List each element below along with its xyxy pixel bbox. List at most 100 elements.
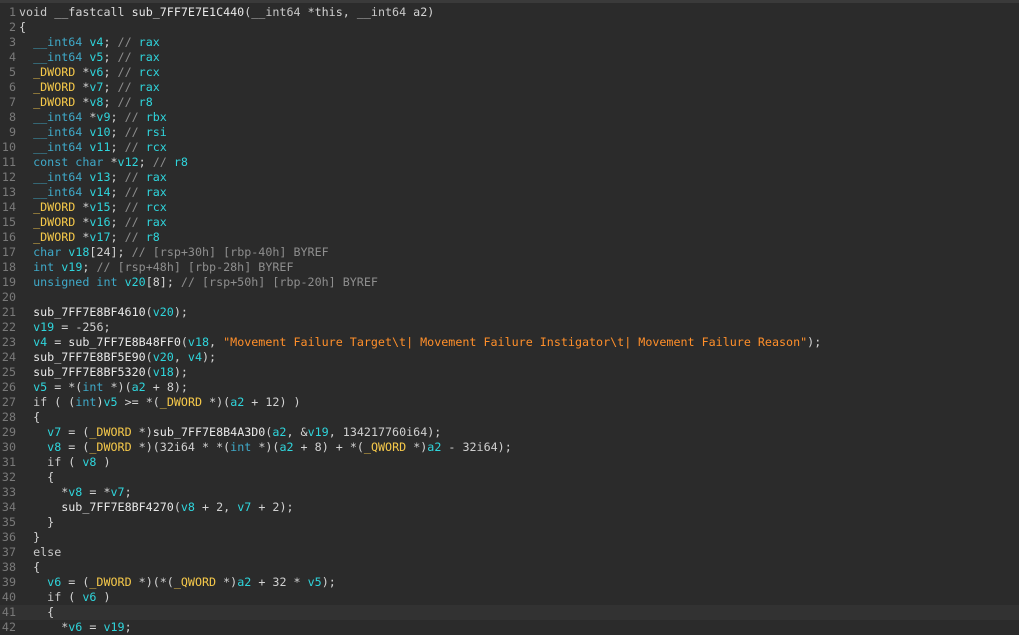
code-line[interactable]: 34 sub_7FF7E8BF4270(v8 + 2, v7 + 2); — [0, 500, 1019, 515]
code-line[interactable]: 30 v8 = (_DWORD *)(32i64 * *(int *)(a2 +… — [0, 440, 1019, 455]
code-line[interactable]: 16 _DWORD *v17; // r8 — [0, 230, 1019, 245]
code-token[interactable]: v12 — [118, 155, 139, 169]
code-token[interactable]: v7 — [237, 500, 251, 514]
code-line[interactable]: 27 if ( (int)v5 >= *(_DWORD *)(a2 + 12) … — [0, 395, 1019, 410]
code-token[interactable]: v5 — [33, 380, 47, 394]
code-token[interactable]: v19 — [61, 260, 82, 274]
code-token[interactable]: v5 — [308, 575, 322, 589]
code-line[interactable]: 14 _DWORD *v15; // rcx — [0, 200, 1019, 215]
code-line[interactable]: 12 __int64 v13; // rax — [0, 170, 1019, 185]
code-token[interactable]: v4 — [33, 335, 47, 349]
code-line[interactable]: 8 __int64 *v9; // rbx — [0, 110, 1019, 125]
code-token[interactable]: v8 — [181, 500, 195, 514]
code-line[interactable]: 6 _DWORD *v7; // rax — [0, 80, 1019, 95]
code-line[interactable]: 39 v6 = (_DWORD *)(*(_QWORD *)a2 + 32 * … — [0, 575, 1019, 590]
code-token[interactable]: v9 — [96, 110, 110, 124]
code-line[interactable]: 10 __int64 v11; // rcx — [0, 140, 1019, 155]
code-token[interactable]: v19 — [103, 620, 124, 634]
code-line[interactable]: 22 v19 = -256; — [0, 320, 1019, 335]
code-line[interactable]: 32 { — [0, 470, 1019, 485]
code-line[interactable]: 37 else — [0, 545, 1019, 560]
code-token[interactable]: sub_7FF7E8B48FF0 — [68, 335, 181, 349]
code-token[interactable]: v13 — [89, 170, 110, 184]
code-token[interactable]: v20 — [153, 350, 174, 364]
code-token: r8 — [173, 155, 188, 169]
code-token[interactable]: sub_7FF7E8BF4610 — [33, 305, 146, 319]
code-token[interactable]: v5 — [103, 395, 117, 409]
code-token[interactable]: v4 — [89, 35, 103, 49]
code-token[interactable]: v17 — [89, 230, 110, 244]
code-token[interactable]: sub_7FF7E7E1C440 — [132, 5, 245, 19]
code-line[interactable]: 28 { — [0, 410, 1019, 425]
code-token[interactable]: a2 — [237, 575, 251, 589]
code-line[interactable]: 38 { — [0, 560, 1019, 575]
code-line[interactable]: 1 void __fastcall sub_7FF7E7E1C440(__int6… — [0, 5, 1019, 20]
code-line[interactable]: 25 sub_7FF7E8BF5320(v18); — [0, 365, 1019, 380]
code-token[interactable]: v8 — [68, 485, 82, 499]
code-token[interactable]: v16 — [89, 215, 110, 229]
pseudocode-view[interactable]: 1 void __fastcall sub_7FF7E7E1C440(__int6… — [0, 5, 1019, 635]
code-line[interactable]: 42 *v6 = v19; — [0, 620, 1019, 635]
code-token[interactable]: sub_7FF7E8BF5E90 — [33, 350, 146, 364]
code-line[interactable]: 21 sub_7FF7E8BF4610(v20); — [0, 305, 1019, 320]
code-line[interactable]: 9 __int64 v10; // rsi — [0, 125, 1019, 140]
code-token[interactable]: v6 — [89, 65, 103, 79]
code-line[interactable]: 35 } — [0, 515, 1019, 530]
code-token[interactable]: v7 — [47, 425, 61, 439]
code-token[interactable]: v19 — [308, 425, 329, 439]
code-token[interactable]: v10 — [89, 125, 110, 139]
code-line[interactable]: 24 sub_7FF7E8BF5E90(v20, v4); — [0, 350, 1019, 365]
code-line[interactable]: 2{ — [0, 20, 1019, 35]
code-token[interactable]: v7 — [111, 485, 125, 499]
code-token: 12 — [265, 395, 280, 409]
code-line[interactable]: 19 unsigned int v20[8]; // [rsp+50h] [rb… — [0, 275, 1019, 290]
code-line[interactable]: 29 v7 = (_DWORD *)sub_7FF7E8B4A3D0(a2, &… — [0, 425, 1019, 440]
code-line[interactable]: 40 if ( v6 ) — [0, 590, 1019, 605]
code-token[interactable]: v8 — [47, 440, 61, 454]
code-line[interactable]: 15 _DWORD *v16; // rax — [0, 215, 1019, 230]
code-token[interactable]: v14 — [89, 185, 110, 199]
code-line[interactable]: 5 _DWORD *v6; // rcx — [0, 65, 1019, 80]
code-token[interactable]: a2 — [230, 395, 244, 409]
code-token[interactable]: v19 — [33, 320, 54, 334]
code-token[interactable]: v6 — [68, 620, 82, 634]
code-token[interactable]: sub_7FF7E8BF4270 — [61, 500, 174, 514]
code-token[interactable]: a2 — [272, 425, 286, 439]
code-token[interactable]: v7 — [89, 80, 103, 94]
code-token[interactable]: v8 — [82, 455, 96, 469]
code-token[interactable]: v18 — [188, 335, 209, 349]
code-token[interactable]: v6 — [47, 575, 61, 589]
code-token[interactable]: sub_7FF7E8B4A3D0 — [153, 425, 266, 439]
code-token[interactable]: v20 — [153, 305, 174, 319]
code-line[interactable]: 31 if ( v8 ) — [0, 455, 1019, 470]
code-line[interactable]: 20 — [0, 290, 1019, 305]
code-token[interactable]: a2 — [279, 440, 293, 454]
code-text: *v8 = *v7; — [19, 485, 131, 500]
code-token[interactable]: v4 — [188, 350, 202, 364]
code-token[interactable]: v11 — [89, 140, 110, 154]
code-token[interactable]: v8 — [89, 95, 103, 109]
code-line[interactable]: 4 __int64 v5; // rax — [0, 50, 1019, 65]
code-token[interactable]: v5 — [89, 50, 103, 64]
code-line[interactable]: 36 } — [0, 530, 1019, 545]
code-line[interactable]: 3 __int64 v4; // rax — [0, 35, 1019, 50]
code-token[interactable]: v18 — [68, 245, 89, 259]
code-line[interactable]: 33 *v8 = *v7; — [0, 485, 1019, 500]
code-line[interactable]: 7 _DWORD *v8; // r8 — [0, 95, 1019, 110]
code-token[interactable]: v6 — [82, 590, 96, 604]
code-token[interactable]: v15 — [89, 200, 110, 214]
code-line[interactable]: 41 { — [0, 605, 1019, 620]
code-line[interactable]: 26 v5 = *(int *)(a2 + 8); — [0, 380, 1019, 395]
code-token[interactable]: v18 — [153, 365, 174, 379]
code-token[interactable]: a2 — [427, 440, 441, 454]
code-text: } — [19, 515, 54, 530]
code-line[interactable]: 13 __int64 v14; // rax — [0, 185, 1019, 200]
code-line[interactable]: 11 const char *v12; // r8 — [0, 155, 1019, 170]
code-token[interactable]: v20 — [125, 275, 146, 289]
code-line[interactable]: 23 v4 = sub_7FF7E8B48FF0(v18, "Movement … — [0, 335, 1019, 350]
code-token[interactable]: a2 — [132, 380, 146, 394]
code-line[interactable]: 17 char v18[24]; // [rsp+30h] [rbp-40h] … — [0, 245, 1019, 260]
code-line[interactable]: 18 int v19; // [rsp+48h] [rbp-28h] BYREF — [0, 260, 1019, 275]
code-token[interactable]: sub_7FF7E8BF5320 — [33, 365, 146, 379]
